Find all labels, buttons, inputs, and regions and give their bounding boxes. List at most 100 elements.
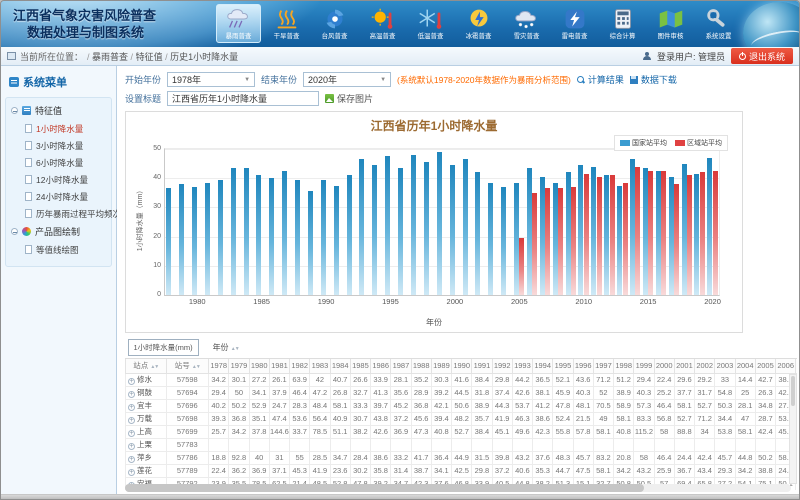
year-col-header[interactable]: 1992 [492,358,512,373]
year-col-header[interactable]: 1989 [431,358,451,373]
sidebar-item-1-0[interactable]: 等值线绘图 [8,241,109,258]
toolbar-item-10[interactable]: 系统设置 [696,4,741,43]
year-col-header[interactable]: 2006 [776,358,796,373]
toolbar-item-4[interactable]: 低温普查 [408,4,453,43]
station-name-cell[interactable]: +铜鼓 [126,386,167,399]
calc-result-button[interactable]: 计算结果 [577,73,624,86]
value-cell: 53.8 [715,425,735,438]
year-col-header[interactable]: 1994 [533,358,553,373]
year-col-header[interactable]: 1997 [593,358,613,373]
year-col-header[interactable]: 2003 [715,358,735,373]
end-year-select[interactable]: 2020年▼ [303,72,391,87]
expand-icon[interactable]: + [128,378,135,385]
year-col-header[interactable]: 1996 [573,358,593,373]
table-row[interactable]: +万载5769839.336.835.147.453.656.440.930.7… [126,412,798,425]
station-name-cell[interactable]: +万载 [126,412,167,425]
year-col-header[interactable]: 1978 [209,358,229,373]
window-bottom-edge [1,494,799,499]
table-vertical-scrollbar[interactable] [789,374,797,484]
scrollbar-thumb[interactable] [125,484,644,492]
toolbar-item-2[interactable]: 台风普查 [312,4,357,43]
sidebar-item-0-5[interactable]: 历年暴雨过程平均频次 [8,205,109,222]
year-col-header[interactable]: 1999 [634,358,654,373]
year-col-header[interactable]: 1983 [310,358,330,373]
expand-icon[interactable]: + [128,404,135,411]
year-col-header[interactable]: 1979 [229,358,249,373]
station-col-header[interactable]: 站点 ▲▼ [126,358,167,373]
table-row[interactable]: +莲花5778922.436.236.937.145.341.923.630.2… [126,464,798,477]
year-col-header[interactable]: 1987 [391,358,411,373]
breadcrumb-item-0[interactable]: 暴雨普查 [92,52,128,62]
breadcrumb-item-2[interactable]: 历史1小时降水量 [170,52,238,62]
year-col-header[interactable]: 2007 [796,358,797,373]
legend-item-0[interactable]: 国家站平均 [620,138,667,148]
breadcrumb-item-1[interactable]: 特征值 [136,52,163,62]
year-col-header[interactable]: 2001 [674,358,694,373]
year-col-header[interactable]: 1993 [512,358,532,373]
year-col-header[interactable]: 1981 [269,358,289,373]
sidebar-item-0-3[interactable]: 12小时降水量 [8,171,109,188]
year-col-header[interactable]: 2005 [755,358,775,373]
toolbar-item-6[interactable]: 雪灾普查 [504,4,549,43]
expander-icon[interactable] [11,107,18,114]
year-col-header[interactable]: 2000 [654,358,674,373]
year-col-header[interactable]: 1991 [472,358,492,373]
year-col-header[interactable]: 1995 [553,358,573,373]
tree-group-0[interactable]: 特征值 [8,101,109,120]
tree-group-1[interactable]: 产品图绘制 [8,222,109,241]
station-name-cell[interactable]: +修水 [126,373,167,386]
year-col-header[interactable]: 1998 [614,358,634,373]
start-year-select[interactable]: 1978年▼ [167,72,255,87]
table-row[interactable]: +宜丰5769640.250.252.924.728.348.458.133.3… [126,399,798,412]
chart-title-input[interactable]: 江西省历年1小时降水量 [167,91,319,106]
toolbar-item-8[interactable]: 综合计算 [600,4,645,43]
toolbar-item-3[interactable]: 高温普查 [360,4,405,43]
station-name-cell[interactable]: +宜丰 [126,399,167,412]
bar-national-2004 [501,187,506,295]
save-image-button[interactable]: 保存图片 [325,92,373,105]
expand-icon[interactable]: + [128,469,135,476]
horizontal-scrollbar[interactable] [125,484,791,492]
toolbar-item-7[interactable]: 雷电普查 [552,4,597,43]
sidebar-item-0-4[interactable]: 24小时降水量 [8,188,109,205]
year-col-header[interactable]: 1986 [371,358,391,373]
station-id-col-header[interactable]: 站号 ▲▼ [166,358,209,373]
table-row[interactable]: +上高5769925.734.237.8144.633.778.551.138.… [126,425,798,438]
expand-icon[interactable]: + [128,430,135,437]
year-col-header[interactable]: 2002 [695,358,715,373]
year-col-header[interactable]: 1980 [249,358,269,373]
station-name-cell[interactable]: +莲花 [126,464,167,477]
data-download-button[interactable]: 数据下载 [630,73,677,86]
year-col-header[interactable]: 1985 [350,358,370,373]
toolbar-item-1[interactable]: 干旱普查 [264,4,309,43]
table-row[interactable]: +修水5759834.230.127.226.163.94240.726.633… [126,373,798,386]
sidebar-item-0-0[interactable]: 1小时降水量 [8,120,109,137]
year-sort-header[interactable]: 年份 ▲▼ [213,343,239,352]
year-col-header[interactable]: 1990 [452,358,472,373]
year-col-header[interactable]: 1984 [330,358,350,373]
expander-icon[interactable] [11,228,18,235]
table-row[interactable]: +上栗57783 [126,438,798,451]
expand-icon[interactable]: + [128,443,135,450]
year-col-header[interactable]: 2004 [735,358,755,373]
hail-icon [464,7,494,31]
table-row[interactable]: +铜鼓5769429.45034.137.946.447.226.832.741… [126,386,798,399]
logout-button[interactable]: 退出系统 [731,48,793,64]
year-col-header[interactable]: 1988 [411,358,431,373]
legend-item-1[interactable]: 区域站平均 [675,138,722,148]
expand-icon[interactable]: + [128,391,135,398]
value-cell [654,438,674,451]
year-col-header[interactable]: 1982 [290,358,310,373]
station-name-cell[interactable]: +上高 [126,425,167,438]
table-row[interactable]: +萍乡5778618.892.840315528.534.728.438.633… [126,451,798,464]
toolbar-item-5[interactable]: 冰雹普查 [456,4,501,43]
toolbar-item-0[interactable]: 暴雨普查 [216,4,261,43]
toolbar-item-9[interactable]: 图件审核 [648,4,693,43]
value-cell: 50.6 [452,399,472,412]
sidebar-item-0-2[interactable]: 6小时降水量 [8,154,109,171]
sidebar-item-0-1[interactable]: 3小时降水量 [8,137,109,154]
expand-icon[interactable]: + [128,417,135,424]
expand-icon[interactable]: + [128,456,135,463]
station-name-cell[interactable]: +萍乡 [126,451,167,464]
station-name-cell[interactable]: +上栗 [126,438,167,451]
